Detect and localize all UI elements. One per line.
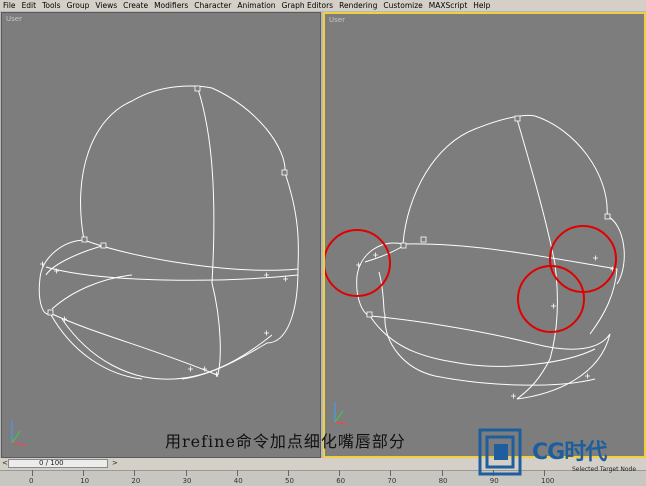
prev-frame-button[interactable]: < [2, 459, 8, 467]
ruler-tick-label: 10 [80, 477, 90, 485]
axis-tripod-icon-left [11, 421, 27, 446]
ruler-tick-label: 40 [233, 477, 243, 485]
ruler-tick-label: 100 [541, 477, 555, 485]
menu-graph-editors[interactable]: Graph Editors [279, 0, 337, 11]
ruler-tick-label: 0 [29, 477, 34, 485]
cg-logo-icon [478, 428, 522, 476]
menu-file[interactable]: File [0, 0, 19, 11]
menu-group[interactable]: Group [64, 0, 93, 11]
ruler-tick-label: 60 [336, 477, 346, 485]
ruler-tick-label: 20 [131, 477, 141, 485]
ruler-tick-label: 50 [285, 477, 294, 485]
ruler-tick [185, 470, 187, 476]
menu-create[interactable]: Create [120, 0, 151, 11]
menu-edit[interactable]: Edit [19, 0, 40, 11]
logo-text: CG时代 [532, 440, 607, 465]
menu-maxscript[interactable]: MAXScript [426, 0, 471, 11]
next-frame-button[interactable]: > [112, 459, 118, 467]
axis-tripod-icon-right [334, 402, 348, 425]
wireframe-right [325, 114, 625, 425]
ruler-tick [134, 470, 136, 476]
menu-bar: File Edit Tools Group Views Create Modif… [0, 0, 646, 11]
ruler-tick-label: 70 [387, 477, 397, 485]
menu-tools[interactable]: Tools [39, 0, 63, 11]
menu-help[interactable]: Help [470, 0, 493, 11]
ruler-tick [390, 470, 392, 476]
ruler-tick [339, 470, 341, 476]
frame-display: 0 / 100 [39, 459, 64, 467]
viewport-right[interactable]: User [323, 12, 646, 458]
caption-text: 用refine命令加点细化嘴唇部分 [165, 432, 406, 451]
ruler-tick [544, 470, 545, 476]
ruler-tick-label: 30 [182, 477, 192, 485]
menu-rendering[interactable]: Rendering [336, 0, 380, 11]
ruler-tick [236, 470, 238, 476]
menu-character[interactable]: Character [191, 0, 234, 11]
viewport-left[interactable]: User [1, 12, 321, 458]
status-text: Selected Target Node [572, 466, 637, 473]
time-slider[interactable]: 0 / 100 [8, 459, 108, 468]
menu-customize[interactable]: Customize [380, 0, 425, 11]
ruler-tick [288, 470, 289, 476]
ruler-tick [441, 470, 443, 476]
menu-animation[interactable]: Animation [234, 0, 278, 11]
ruler-tick [32, 470, 33, 476]
ruler-tick-label: 80 [438, 477, 448, 485]
wireframe-left [11, 85, 299, 446]
menu-views[interactable]: Views [92, 0, 120, 11]
menu-modifiers[interactable]: Modifiers [151, 0, 191, 11]
ruler-tick [83, 470, 85, 476]
